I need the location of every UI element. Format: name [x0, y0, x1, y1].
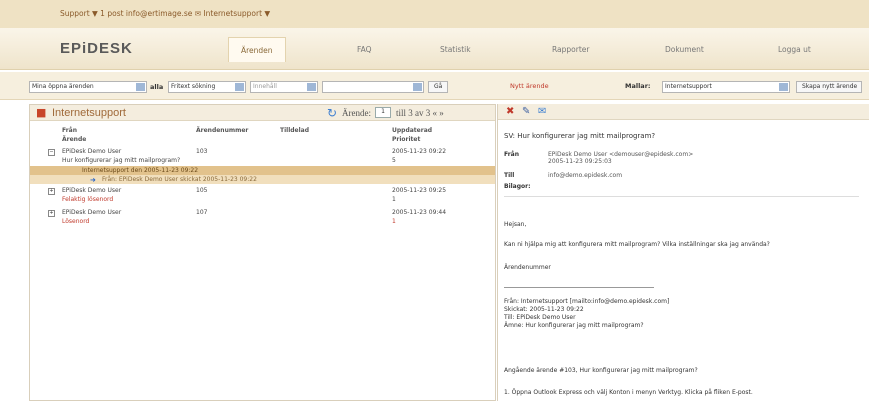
row2-subject[interactable]: Felaktig lösenord — [62, 196, 113, 203]
expand-icon[interactable]: + — [48, 210, 55, 217]
message-row-label[interactable]: Från: EPiDesk Demo User skickat 2005-11-… — [102, 176, 257, 183]
col-from[interactable]: Från — [62, 127, 77, 134]
row2-updated: 2005-11-23 09:25 — [392, 187, 447, 194]
template-select[interactable]: Internetsupport — [662, 81, 790, 93]
col-updated[interactable]: Uppdaterad — [392, 127, 432, 134]
from-label: Från — [504, 151, 519, 158]
body-line: Angående ärende #103, Hur konfigurerar j… — [504, 367, 698, 374]
body-line: Hejsan, — [504, 221, 527, 228]
body-line: Till: EPiDesk Demo User — [504, 314, 576, 321]
logo: EPiDESK — [60, 40, 133, 57]
col-subject[interactable]: Ärende — [62, 136, 86, 143]
edit-icon[interactable]: ✎ — [522, 106, 530, 117]
go-button[interactable]: Gå — [428, 81, 449, 93]
expand-icon[interactable]: + — [48, 188, 55, 195]
attachments-label: Bilagor: — [504, 183, 531, 190]
toolbar: Mina öppna ärenden alla Fritext sökning … — [0, 72, 869, 100]
nav-tab-logout[interactable]: Logga ut — [778, 45, 811, 54]
row3-priority: 1 — [392, 218, 396, 225]
from-date: 2005-11-23 09:25:03 — [548, 158, 612, 165]
refresh-icon[interactable]: ↻ — [327, 106, 337, 120]
col-priority[interactable]: Prioritet — [392, 136, 420, 143]
row3-subject[interactable]: Lösenord — [62, 218, 89, 225]
reply-icon[interactable]: ✉ — [538, 106, 546, 117]
to-label: Till — [504, 172, 515, 179]
col-number[interactable]: Ärendenummer — [196, 127, 248, 134]
row1-from[interactable]: EPiDesk Demo User — [62, 148, 121, 155]
col-assigned[interactable]: Tilldelad — [280, 127, 309, 134]
pager-prefix: Ärende: — [342, 108, 371, 118]
top-links[interactable]: Support ▼ 1 post info@ertimage.se ✉ Inte… — [60, 9, 270, 18]
search-input[interactable] — [322, 81, 424, 93]
body-line: 1. Öppna Outlook Express och välj Konton… — [504, 389, 753, 396]
to-value: info@demo.epidesk.com — [548, 172, 623, 179]
body-line: Skickat: 2005-11-23 09:22 — [504, 306, 584, 313]
body-line: Ämne: Hur konfigurerar jag mitt mailprog… — [504, 322, 644, 329]
filter-label: alla — [150, 83, 164, 91]
from-value: EPiDesk Demo User <demouser@epidesk.com> — [548, 151, 694, 158]
row3-from[interactable]: EPiDesk Demo User — [62, 209, 121, 216]
nav-tab-reports[interactable]: Rapporter — [552, 45, 589, 54]
body-line: Från: Internetsupport [mailto:info@demo.… — [504, 298, 670, 305]
message-toolbar: ✖ ✎ ✉ — [498, 104, 869, 120]
row2-number: 105 — [196, 187, 208, 194]
row3-updated: 2005-11-23 09:44 — [392, 209, 447, 216]
message-detail-panel: ✖ ✎ ✉ SV: Hur konfigurerar jag mitt mail… — [497, 104, 869, 401]
nav-tab-documents[interactable]: Dokument — [665, 45, 704, 54]
new-case-link[interactable]: Nytt ärende — [510, 82, 549, 90]
page-input[interactable]: 1 — [375, 107, 391, 118]
row3-number: 107 — [196, 209, 208, 216]
delete-icon[interactable]: ✖ — [506, 106, 514, 117]
thread-row-label[interactable]: Internetsupport den 2005-11-23 09:22 — [82, 167, 198, 174]
row1-priority: 5 — [392, 157, 396, 164]
row1-updated: 2005-11-23 09:22 — [392, 148, 447, 155]
message-subject: SV: Hur konfigurerar jag mitt mailprogra… — [504, 132, 656, 140]
create-case-button[interactable]: Skapa nytt ärende — [796, 81, 862, 93]
body-line: Ärendenummer — [504, 264, 551, 271]
top-bar: Support ▼ 1 post info@ertimage.se ✉ Inte… — [0, 0, 869, 28]
header-divider — [504, 196, 859, 197]
row2-priority: 1 — [392, 196, 396, 203]
nav-tab-faq[interactable]: FAQ — [357, 45, 372, 54]
selected-message-row[interactable] — [30, 175, 495, 184]
content-select[interactable]: Innehåll — [250, 81, 318, 93]
template-label: Mallar: — [625, 82, 651, 90]
nav-tab-cases[interactable]: Ärenden — [228, 37, 286, 62]
case-list-title: Internetsupport — [52, 107, 126, 119]
arrow-right-icon: ➜ — [90, 176, 96, 184]
expand-icon[interactable]: − — [48, 149, 55, 156]
row2-from[interactable]: EPiDesk Demo User — [62, 187, 121, 194]
sort-select[interactable]: Fritext sökning — [168, 81, 246, 93]
case-list-header: ■ Internetsupport ↻ Ärende: 1 till 3 av … — [30, 105, 495, 121]
quote-divider — [504, 287, 654, 288]
filter-select[interactable]: Mina öppna ärenden — [29, 81, 147, 93]
pager-suffix[interactable]: till 3 av 3 « » — [396, 108, 444, 118]
main-nav: EPiDESK Ärenden FAQ Statistik Rapporter … — [0, 28, 869, 70]
case-list-panel: ■ Internetsupport ↻ Ärende: 1 till 3 av … — [29, 104, 496, 401]
row1-number: 103 — [196, 148, 208, 155]
row1-subject[interactable]: Hur konfigurerar jag mitt mailprogram? — [62, 157, 180, 164]
body-line: Kan ni hjälpa mig att konfigurera mitt m… — [504, 241, 770, 248]
folder-icon: ■ — [36, 106, 47, 119]
nav-tab-statistics[interactable]: Statistik — [440, 45, 471, 54]
